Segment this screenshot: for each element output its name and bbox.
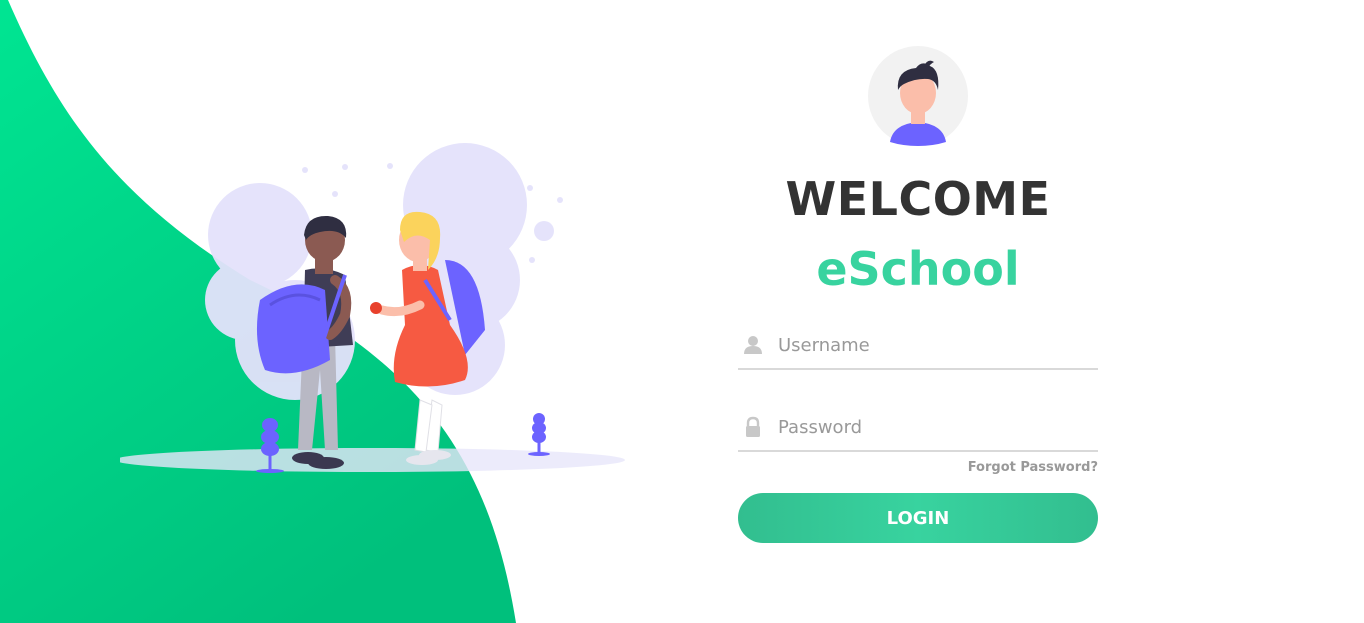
username-input[interactable] [778,330,1098,360]
decor-blobs [205,143,563,400]
lock-icon [746,416,760,437]
forgot-password-link[interactable]: Forgot Password? [968,460,1098,475]
user-icon [744,336,762,354]
welcome-heading: WELCOME [785,172,1051,226]
username-field [738,322,1098,370]
login-panel: WELCOME eSchool Forgot Password? LOGIN [738,46,1098,543]
tree-right [528,413,550,456]
login-button[interactable]: LOGIN [738,493,1098,543]
password-field [738,404,1098,452]
avatar-icon [868,46,968,146]
students-illustration [120,143,625,473]
password-input[interactable] [778,412,1098,442]
brand-title: eSchool [816,242,1020,296]
